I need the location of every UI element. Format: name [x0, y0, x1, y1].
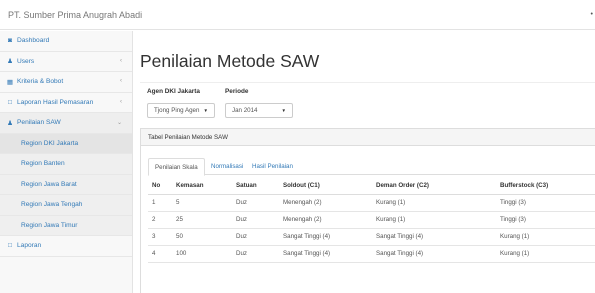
cell-deman-order: Sangat Tinggi (4) — [372, 228, 496, 246]
column-header-deman-order: Deman Order (C2) — [372, 177, 496, 195]
sidebar-subitem-region-dki-jakarta[interactable]: Region DKI Jakarta — [0, 133, 132, 154]
table-icon: ▦ — [6, 78, 14, 86]
cell-deman-order: Sangat Tinggi (4) — [372, 245, 496, 263]
tab-penilaian-skala[interactable]: Penilaian Skala — [148, 158, 205, 176]
cell-kemasan: 100 — [172, 245, 232, 263]
table-header-row: No Kemasan Satuan Soldout (C1) Deman Ord… — [148, 177, 595, 195]
saw-table-panel: Tabel Penilaian Metode SAW Penilaian Ska… — [140, 128, 595, 293]
period-select-value: Jan 2014 — [232, 107, 258, 114]
sidebar-item-dashboard[interactable]: ◙ Dashboard — [0, 31, 132, 52]
table-row: 3 50 Duz Sangat Tinggi (4) Sangat Tinggi… — [148, 228, 595, 246]
sidebar-item-label: Dashboard — [17, 37, 50, 45]
sidebar-item-laporan[interactable]: □ Laporan — [0, 236, 132, 257]
caret-down-icon: ▼ — [281, 108, 286, 113]
cell-no: 3 — [148, 228, 172, 246]
table-row: 4 100 Duz Sangat Tinggi (4) Sangat Tingg… — [148, 245, 595, 263]
sidebar-item-laporan-hasil-pemasaran[interactable]: □ Laporan Hasil Pemasaran ‹ — [0, 93, 132, 113]
sidebar-item-label: Laporan Hasil Pemasaran — [17, 98, 94, 106]
cell-no: 2 — [148, 211, 172, 229]
sidebar-item-penilaian-saw[interactable]: ♟ Penilaian SAW ⌄ — [0, 113, 132, 134]
cell-bufferstock: Tinggi (3) — [496, 211, 595, 229]
sidebar-item-kriteria-bobot[interactable]: ▦ Kriteria & Bobot ‹ — [0, 72, 132, 93]
cell-deman-order: Kurang (1) — [372, 194, 496, 212]
agent-select-value: Tjong Ping Agen — [154, 107, 200, 114]
chevron-down-icon: ⌄ — [116, 120, 122, 126]
caret-down-icon: ▼ — [203, 108, 208, 113]
page-title: Penilaian Metode SAW — [140, 51, 320, 71]
tab-bar: Penilaian Skala Normalisasi Hasil Penila… — [148, 158, 595, 176]
sidebar-subitem-region-jawa-barat[interactable]: Region Jawa Barat — [0, 174, 132, 195]
period-label: Periode — [225, 88, 249, 95]
saw-table: No Kemasan Satuan Soldout (C1) Deman Ord… — [148, 177, 595, 263]
file-icon: □ — [8, 242, 12, 250]
cell-kemasan: 5 — [172, 194, 232, 212]
cell-bufferstock: Kurang (1) — [496, 228, 595, 246]
sidebar-item-users[interactable]: ♟ Users ‹ — [0, 52, 132, 72]
tab-hasil-penilaian[interactable]: Hasil Penilaian — [246, 158, 299, 175]
column-header-no: No — [148, 177, 172, 195]
user-icon: ♟ — [7, 58, 13, 66]
column-header-soldout: Soldout (C1) — [279, 177, 372, 195]
agent-select[interactable]: Tjong Ping Agen ▼ — [147, 103, 215, 118]
sidebar-subitem-region-jawa-timur[interactable]: Region Jawa Timur — [0, 215, 132, 236]
cell-soldout: Menengah (2) — [279, 211, 372, 229]
column-header-bufferstock: Bufferstock (C3) — [496, 177, 595, 195]
title-divider — [140, 82, 595, 83]
sidebar: ◙ Dashboard ♟ Users ‹ ▦ Kriteria & Bobot… — [0, 31, 133, 293]
cell-soldout: Sangat Tinggi (4) — [279, 245, 372, 263]
chevron-left-icon: ‹ — [120, 78, 122, 84]
file-icon: □ — [8, 98, 12, 106]
sidebar-subitem-region-banten[interactable]: Region Banten — [0, 154, 132, 175]
table-row: 2 25 Duz Menengah (2) Kurang (1) Tinggi … — [148, 211, 595, 229]
column-header-kemasan: Kemasan — [172, 177, 232, 195]
sidebar-item-label: Penilaian SAW — [17, 119, 61, 127]
cell-deman-order: Kurang (1) — [372, 211, 496, 229]
cell-soldout: Sangat Tinggi (4) — [279, 228, 372, 246]
users-icon: ♟ — [7, 119, 13, 127]
cell-satuan: Duz — [232, 245, 279, 263]
cell-bufferstock: Kurang (1) — [496, 245, 595, 263]
chevron-left-icon: ‹ — [120, 98, 122, 105]
sidebar-item-label: Kriteria & Bobot — [17, 78, 64, 86]
cell-satuan: Duz — [232, 194, 279, 212]
agent-label: Agen DKI Jakarta — [147, 88, 200, 95]
chevron-left-icon: ‹ — [120, 57, 122, 64]
cell-soldout: Menengah (2) — [279, 194, 372, 212]
sidebar-item-label: Users — [17, 57, 35, 65]
tab-normalisasi[interactable]: Normalisasi — [205, 158, 249, 175]
dashboard-icon: ◙ — [8, 37, 12, 45]
column-header-satuan: Satuan — [232, 177, 279, 195]
sidebar-item-label: Laporan — [17, 242, 42, 250]
user-menu-icon[interactable]: • — [591, 11, 593, 18]
top-navbar: PT. Sumber Prima Anugrah Abadi • — [0, 0, 595, 30]
cell-no: 4 — [148, 245, 172, 263]
cell-kemasan: 50 — [172, 228, 232, 246]
cell-satuan: Duz — [232, 228, 279, 246]
period-select[interactable]: Jan 2014 ▼ — [225, 103, 293, 118]
brand-title[interactable]: PT. Sumber Prima Anugrah Abadi — [8, 10, 142, 20]
cell-kemasan: 25 — [172, 211, 232, 229]
cell-no: 1 — [148, 194, 172, 212]
main-content: Penilaian Metode SAW Agen DKI Jakarta Tj… — [134, 31, 595, 293]
panel-heading: Tabel Penilaian Metode SAW — [141, 129, 595, 146]
cell-bufferstock: Tinggi (3) — [496, 194, 595, 212]
sidebar-subitem-region-jawa-tengah[interactable]: Region Jawa Tengah — [0, 195, 132, 216]
cell-satuan: Duz — [232, 211, 279, 229]
table-row: 1 5 Duz Menengah (2) Kurang (1) Tinggi (… — [148, 194, 595, 212]
